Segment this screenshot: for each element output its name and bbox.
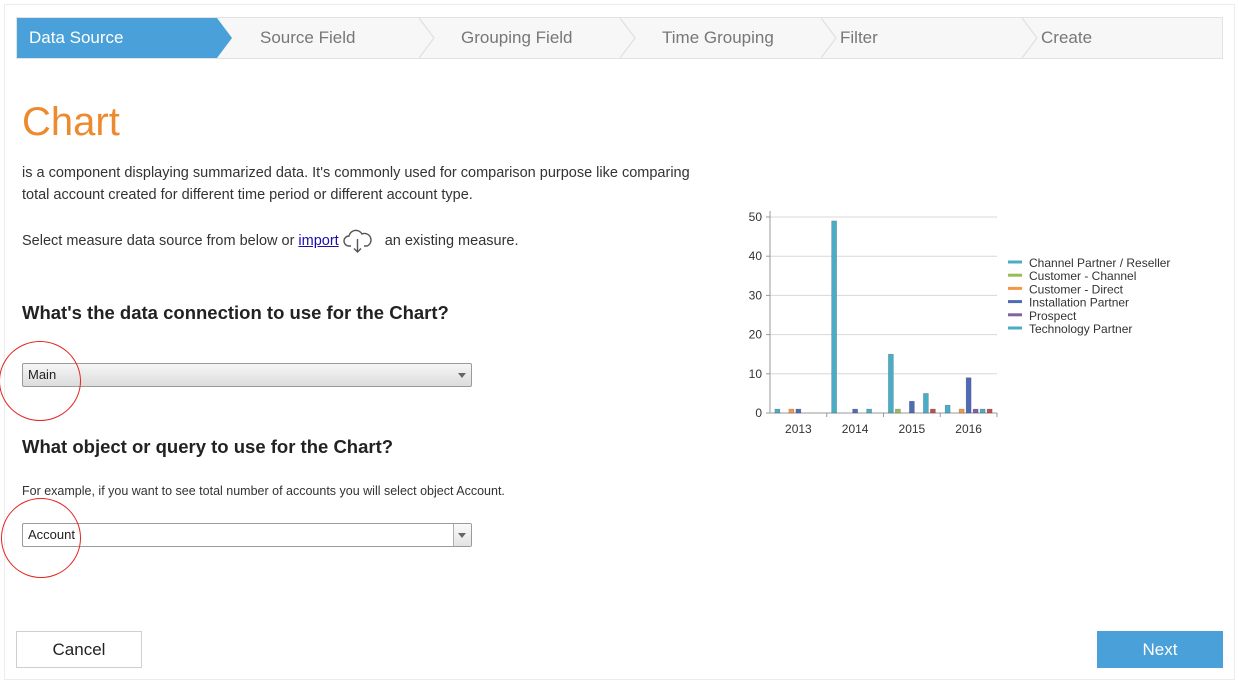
legend-label: Customer - Channel xyxy=(1029,269,1136,283)
connection-question: What's the data connection to use for th… xyxy=(22,302,449,323)
legend-label: Installation Partner xyxy=(1029,296,1129,310)
x-tick-label: 2015 xyxy=(899,422,926,436)
object-select[interactable]: Account xyxy=(22,523,472,547)
chart-bar xyxy=(965,377,972,414)
legend-label: Technology Partner xyxy=(1029,322,1132,336)
legend-label: Prospect xyxy=(1029,309,1077,323)
import-suffix-text: an existing measure. xyxy=(384,233,519,249)
import-instruction: Select measure data source from below or… xyxy=(22,228,519,254)
page-title: Chart xyxy=(22,100,120,144)
chevron-down-icon xyxy=(458,373,466,378)
step-separator xyxy=(619,18,636,58)
chart-bar xyxy=(852,408,858,414)
chart-bar xyxy=(972,408,979,414)
legend-label: Channel Partner / Reseller xyxy=(1029,256,1170,270)
chart-bar xyxy=(895,408,901,414)
annotation-circle xyxy=(0,341,81,421)
chart-bar xyxy=(944,404,951,414)
chart-preview: 0 10 20 30 40 50 2013 2014 2015 2016 Channel Partn… xyxy=(749,210,1171,436)
step-time-grouping[interactable]: Time Grouping xyxy=(662,18,774,58)
step-create[interactable]: Create xyxy=(1041,18,1092,58)
cloud-download-icon[interactable] xyxy=(343,228,373,254)
y-tick-label: 40 xyxy=(749,249,763,263)
cancel-button[interactable]: Cancel xyxy=(16,631,142,668)
step-separator xyxy=(418,18,435,58)
page-description: is a component displaying summarized dat… xyxy=(22,165,690,203)
annotation-circle xyxy=(1,498,81,578)
chevron-down-icon xyxy=(458,533,466,538)
y-tick-label: 0 xyxy=(755,406,762,420)
wizard-steps: Data Source Source Field Grouping Field … xyxy=(16,17,1223,59)
object-question: What object or query to use for the Char… xyxy=(22,436,394,457)
chart-bar xyxy=(930,408,936,414)
y-tick-label: 50 xyxy=(749,210,763,224)
x-tick-label: 2014 xyxy=(842,422,869,436)
chart-bar xyxy=(986,408,993,414)
chart-bar xyxy=(888,353,894,414)
chart-bar xyxy=(788,408,795,414)
legend-label: Customer - Direct xyxy=(1029,282,1124,296)
step-source-field[interactable]: Source Field xyxy=(260,18,355,58)
chart-bar xyxy=(958,408,965,414)
step-data-source[interactable]: Data Source xyxy=(17,18,217,58)
chart-bar xyxy=(774,408,781,414)
step-filter[interactable]: Filter xyxy=(840,18,878,58)
import-prefix-text: Select measure data source from below or xyxy=(22,233,295,249)
step-separator xyxy=(820,18,837,58)
chart-bar xyxy=(979,408,986,414)
connection-select[interactable]: Main xyxy=(22,363,472,387)
y-tick-label: 30 xyxy=(749,288,763,302)
step-separator xyxy=(1021,18,1038,58)
x-tick-label: 2016 xyxy=(955,422,982,436)
chart-bar xyxy=(909,400,915,414)
chart-bar xyxy=(866,408,872,414)
y-tick-label: 10 xyxy=(749,367,763,381)
import-link[interactable]: import xyxy=(298,233,338,249)
step-grouping-field[interactable]: Grouping Field xyxy=(461,18,573,58)
y-tick-label: 20 xyxy=(749,328,763,342)
chart-bar xyxy=(831,220,837,414)
object-hint: For example, if you want to see total nu… xyxy=(22,484,505,498)
chart-bar xyxy=(795,408,802,414)
next-button[interactable]: Next xyxy=(1097,631,1223,668)
x-tick-label: 2013 xyxy=(785,422,812,436)
chart-bar xyxy=(923,393,929,414)
